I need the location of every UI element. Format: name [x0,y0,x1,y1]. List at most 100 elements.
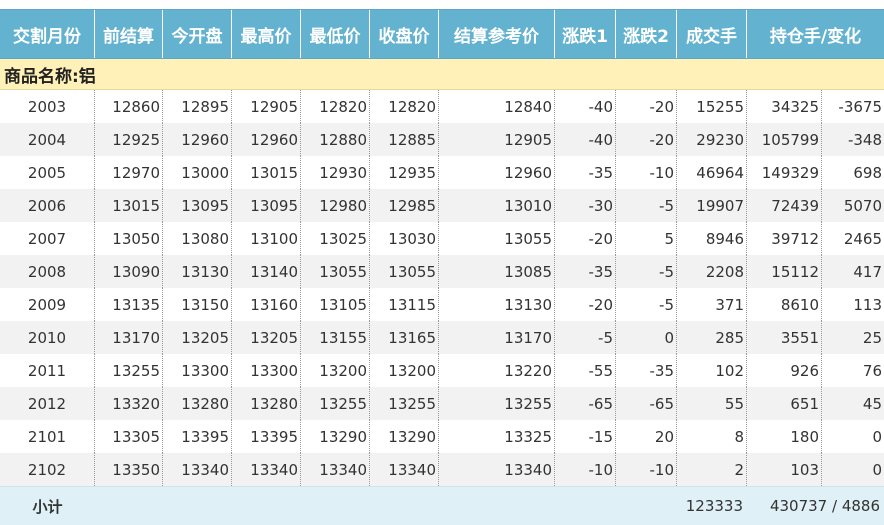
cell-change2: -5 [616,255,677,288]
cell-volume: 2 [677,453,747,486]
header-prev-settlement[interactable]: 前结算 [95,10,163,58]
cell-change1: -65 [555,387,616,420]
cell-delivery-month: 2007 [0,222,95,255]
cell-high: 13015 [232,156,301,189]
header-change1[interactable]: 涨跌1 [555,10,616,58]
table-row[interactable]: 2010 13170 13205 13205 13155 13165 13170 -5 0 285… [0,321,884,354]
table-row[interactable]: 2011 13255 13300 13300 13200 13200 13220 -55 -35… [0,354,884,387]
cell-prev-settlement: 13255 [95,354,163,387]
cell-oi-change: 113 [853,295,882,314]
cell-delivery-month: 2012 [0,387,95,420]
futures-quote-table: 交割月份 前结算 今开盘 最高价 最低价 收盘价 结算参考价 涨跌1 涨跌2 成… [0,0,884,525]
cell-change2: 20 [616,420,677,453]
table-row[interactable]: 2102 13350 13340 13340 13340 13340 13340 -10 -10… [0,453,884,486]
cell-high: 13140 [232,255,301,288]
cell-open: 13095 [163,189,232,222]
cell-close: 12820 [370,90,439,123]
cell-delivery-month: 2006 [0,189,95,222]
table-row[interactable]: 2003 12860 12895 12905 12820 12820 12840 -40 -20… [0,90,884,123]
cell-close: 12935 [370,156,439,189]
table-row[interactable]: 2008 13090 13130 13140 13055 13055 13085 -35 -5 2… [0,255,884,288]
subtotal-row: 小计 123333 430737 / 4886 [0,486,884,525]
cell-open: 12895 [163,90,232,123]
cell-change1: -30 [555,189,616,222]
cell-change1: -40 [555,90,616,123]
cell-volume: 8 [677,420,747,453]
cell-open-interest: 15112 [747,255,822,288]
cell-low: 13200 [301,354,370,387]
cell-high: 13340 [232,453,301,486]
cell-delivery-month: 2010 [0,321,95,354]
cell-oi-change: 5070 [843,196,882,215]
cell-open: 13000 [163,156,232,189]
header-high[interactable]: 最高价 [232,10,301,58]
cell-open: 13340 [163,453,232,486]
cell-oi-change: 45 [862,394,882,413]
cell-close: 13340 [370,453,439,486]
table-row[interactable]: 2004 12925 12960 12960 12880 12885 12905 -40 -20… [0,123,884,156]
table-row[interactable]: 2005 12970 13000 13015 12930 12935 12960 -35 -10… [0,156,884,189]
commodity-group-label: 商品名称:铝 [0,59,884,90]
cell-prev-settlement: 13050 [95,222,163,255]
cell-change2: -20 [616,123,677,156]
cell-close: 13055 [370,255,439,288]
cell-settlement-ref: 13220 [439,354,555,387]
header-delivery-month[interactable]: 交割月份 [0,10,95,58]
header-low[interactable]: 最低价 [301,10,370,58]
cell-open-interest: 34325 [747,90,822,123]
table-header: 交割月份 前结算 今开盘 最高价 最低价 收盘价 结算参考价 涨跌1 涨跌2 成… [0,9,884,59]
header-open[interactable]: 今开盘 [163,10,232,58]
cell-change2: -20 [616,90,677,123]
cell-high: 13095 [232,189,301,222]
cell-oi-change: 25 [862,328,882,347]
table-row[interactable]: 2012 13320 13280 13280 13255 13255 13255 -65 -65… [0,387,884,420]
header-close[interactable]: 收盘价 [370,10,439,58]
cell-high: 12960 [232,123,301,156]
table-row[interactable]: 2007 13050 13080 13100 13025 13030 13055 -20 5 89… [0,222,884,255]
header-settlement-ref[interactable]: 结算参考价 [439,10,555,58]
cell-change2: -65 [616,387,677,420]
cell-low: 12980 [301,189,370,222]
cell-delivery-month: 2102 [0,453,95,486]
cell-settlement-ref: 13340 [439,453,555,486]
cell-volume: 55 [677,387,747,420]
cell-prev-settlement: 13170 [95,321,163,354]
cell-prev-settlement: 12860 [95,90,163,123]
cell-prev-settlement: 13015 [95,189,163,222]
cell-open-interest: 105799 [747,123,822,156]
header-open-interest-change[interactable]: 持仓手/变化 [747,10,884,58]
cell-change1: -5 [555,321,616,354]
cell-volume: 2208 [677,255,747,288]
cell-change1: -40 [555,123,616,156]
cell-low: 12880 [301,123,370,156]
cell-high: 13395 [232,420,301,453]
table-row[interactable]: 2009 13135 13150 13160 13105 13115 13130 -20 -5 3… [0,288,884,321]
table-row[interactable]: 2101 13305 13395 13395 13290 13290 13325 -15 20 8… [0,420,884,453]
cell-low: 13255 [301,387,370,420]
cell-high: 13160 [232,288,301,321]
cell-oi-change: 0 [872,427,882,446]
cell-volume: 29230 [677,123,747,156]
cell-low: 12820 [301,90,370,123]
cell-change2: -10 [616,156,677,189]
cell-change1: -15 [555,420,616,453]
cell-prev-settlement: 13090 [95,255,163,288]
cell-open-interest: 72439 [747,189,822,222]
cell-change1: -35 [555,156,616,189]
cell-oi-change: -348 [847,130,882,149]
cell-change2: -5 [616,288,677,321]
cell-low: 13055 [301,255,370,288]
cell-volume: 285 [677,321,747,354]
cell-high: 13300 [232,354,301,387]
header-change2[interactable]: 涨跌2 [616,10,677,58]
header-volume[interactable]: 成交手 [677,10,747,58]
table-row[interactable]: 2006 13015 13095 13095 12980 12985 13010 -30 -5 1… [0,189,884,222]
cell-oi-change: 698 [853,163,882,182]
cell-close: 12985 [370,189,439,222]
cell-volume: 46964 [677,156,747,189]
cell-open: 12960 [163,123,232,156]
cell-open: 13205 [163,321,232,354]
subtotal-spacer [95,487,675,525]
cell-close: 13290 [370,420,439,453]
cell-delivery-month: 2101 [0,420,95,453]
